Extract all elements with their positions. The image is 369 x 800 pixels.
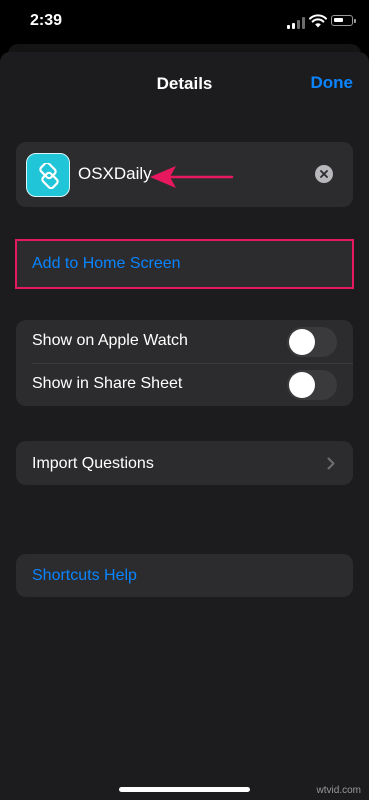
done-button[interactable]: Done: [311, 73, 354, 93]
status-bar: 2:39: [0, 0, 369, 44]
shortcut-name-field[interactable]: OSXDaily: [78, 164, 152, 184]
show-on-apple-watch-label: Show on Apple Watch: [32, 332, 188, 349]
import-questions-label: Import Questions: [32, 455, 154, 472]
clear-icon[interactable]: [315, 165, 333, 183]
status-time: 2:39: [30, 12, 63, 29]
annotation-arrow-icon: [150, 166, 234, 188]
battery-icon: [331, 15, 356, 26]
wifi-icon: [309, 14, 327, 28]
toggles-card: Show on Apple Watch Show in Share Sheet: [16, 320, 353, 406]
divider: [32, 363, 353, 364]
cellular-signal-icon: [287, 17, 305, 29]
show-on-apple-watch-toggle[interactable]: [287, 327, 337, 357]
import-questions-row[interactable]: Import Questions: [16, 441, 353, 485]
details-sheet: Details Done OSXDaily Add to Home Screen…: [0, 52, 369, 800]
shortcuts-help-button[interactable]: Shortcuts Help: [16, 554, 353, 597]
watermark: wtvid.com: [316, 785, 361, 796]
show-in-share-sheet-label: Show in Share Sheet: [32, 375, 183, 392]
highlight-box: [15, 239, 354, 289]
shortcuts-help-label: Shortcuts Help: [32, 567, 137, 584]
layers-icon[interactable]: [26, 153, 70, 197]
show-in-share-sheet-toggle[interactable]: [287, 370, 337, 400]
chevron-right-icon: [327, 457, 335, 470]
home-indicator[interactable]: [119, 787, 250, 792]
